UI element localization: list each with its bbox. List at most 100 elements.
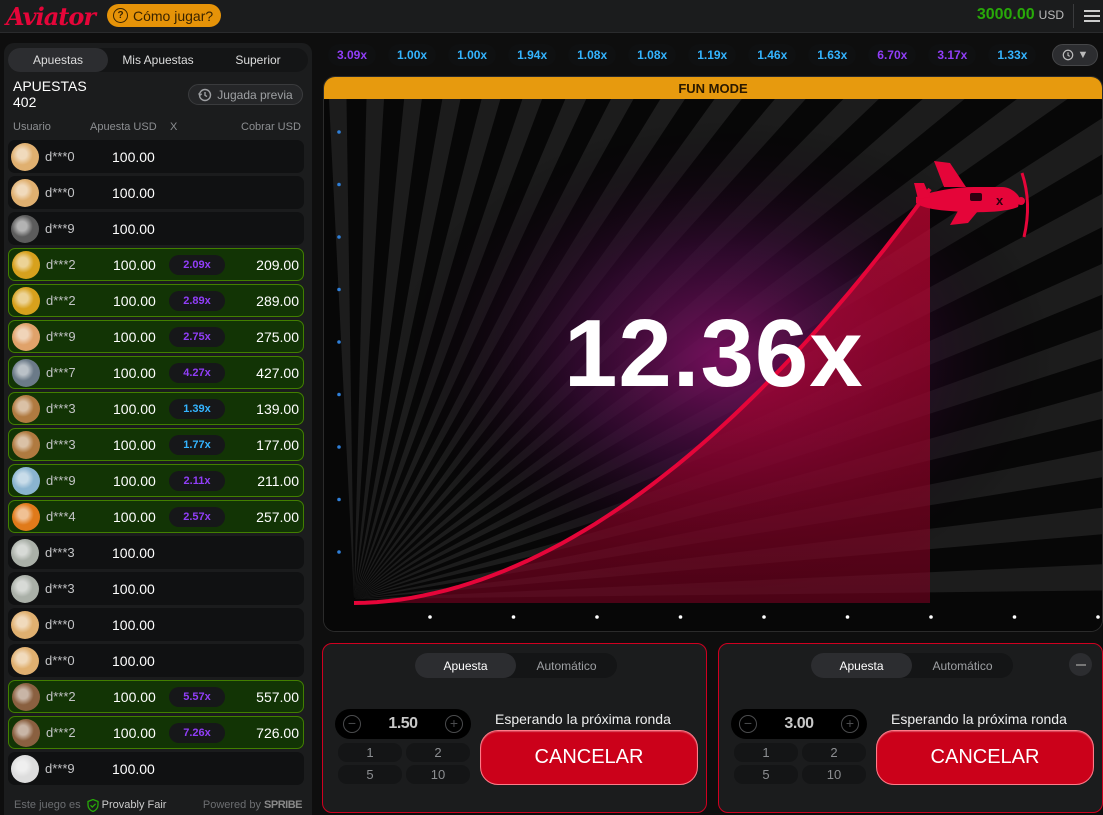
history-multiplier[interactable]: 1.63x: [808, 44, 857, 66]
x-axis-dot: [1096, 615, 1100, 619]
shield-check-icon: [87, 798, 99, 812]
tab-auto[interactable]: Automático: [912, 653, 1013, 678]
history-multiplier[interactable]: 1.94x: [508, 44, 557, 66]
how-to-play-button[interactable]: ? Cómo jugar?: [107, 4, 222, 27]
row-multiplier: 1.39x: [169, 398, 225, 419]
history-multiplier[interactable]: 1.33x: [988, 44, 1037, 66]
row-username: d***0: [45, 653, 75, 668]
row-multiplier: 1.77x: [169, 434, 225, 455]
history-multiplier[interactable]: 1.08x: [568, 44, 617, 66]
row-cashout: 726.00: [256, 724, 299, 741]
row-bet-amount: 100.00: [113, 292, 156, 309]
y-axis-dot: [337, 340, 341, 344]
table-row: d***3 100.00 1.39x 139.00: [8, 392, 304, 425]
avatar: [12, 395, 40, 423]
avatar: [11, 647, 39, 675]
tab-all-bets[interactable]: Apuestas: [8, 48, 108, 72]
previous-round-button[interactable]: Jugada previa: [188, 84, 303, 105]
cancel-button[interactable]: CANCELAR: [480, 730, 698, 785]
row-username: d***0: [45, 185, 75, 200]
table-row: d***2 100.00 2.89x 289.00: [8, 284, 304, 317]
row-username: d***2: [46, 293, 76, 308]
history-multiplier[interactable]: 3.17x: [928, 44, 977, 66]
table-row: d***9 100.00: [8, 212, 304, 245]
row-bet-amount: 100.00: [113, 508, 156, 525]
bets-count: 402: [13, 94, 37, 110]
avatar: [12, 287, 40, 315]
history-multiplier[interactable]: 1.00x: [448, 44, 497, 66]
remove-panel-button[interactable]: [1069, 653, 1092, 676]
quick-amount-1[interactable]: 1: [734, 743, 798, 762]
table-row: d***4 100.00 2.57x 257.00: [8, 500, 304, 533]
history-toggle-button[interactable]: ▼: [1052, 44, 1098, 66]
table-row: d***2 100.00 5.57x 557.00: [8, 680, 304, 713]
table-row: d***3 100.00 1.77x 177.00: [8, 428, 304, 461]
history-multiplier[interactable]: 3.09x: [328, 44, 377, 66]
quick-amount-1[interactable]: 1: [338, 743, 402, 762]
current-multiplier: 12.36x: [564, 300, 864, 407]
table-row: d***0 100.00: [8, 140, 304, 173]
column-user: Usuario: [13, 121, 51, 133]
avatar: [12, 431, 40, 459]
row-username: d***2: [46, 257, 76, 272]
provably-fair-label: Provably Fair: [101, 799, 167, 811]
bet-mode-toggle: Apuesta Automático: [811, 653, 1013, 678]
provably-fair-link[interactable]: Provably Fair: [87, 798, 167, 812]
table-row: d***2 100.00 7.26x 726.00: [8, 716, 304, 749]
x-axis-dot: [428, 615, 432, 619]
row-bet-amount: 100.00: [112, 220, 155, 237]
balance-amount: 3000.00: [976, 6, 1035, 23]
minus-icon: [1075, 663, 1086, 666]
row-bet-amount: 100.00: [113, 436, 156, 453]
question-icon: ?: [113, 8, 128, 23]
x-axis-dot: [762, 615, 766, 619]
row-bet-amount: 100.00: [113, 724, 156, 741]
row-bet-amount: 100.00: [113, 328, 156, 345]
cancel-button[interactable]: CANCELAR: [876, 730, 1094, 785]
avatar: [12, 503, 40, 531]
row-username: d***7: [46, 365, 76, 380]
tab-bet[interactable]: Apuesta: [415, 653, 516, 678]
avatar: [12, 323, 40, 351]
hamburger-menu-icon[interactable]: [1084, 10, 1100, 22]
quick-amount-10[interactable]: 10: [802, 765, 866, 784]
table-row: d***7 100.00 4.27x 427.00: [8, 356, 304, 389]
bet-panel-2: Apuesta Automático − 3.00 + 1 2 5 10 Esp…: [718, 643, 1103, 813]
row-multiplier: 2.11x: [169, 470, 225, 491]
table-row: d***3 100.00: [8, 536, 304, 569]
x-axis-dot: [845, 615, 850, 619]
quick-amount-5[interactable]: 5: [734, 765, 798, 784]
y-axis-dot: [337, 550, 341, 554]
row-bet-amount: 100.00: [113, 364, 156, 381]
bets-label: APUESTAS: [13, 78, 87, 94]
quick-amount-5[interactable]: 5: [338, 765, 402, 784]
history-multiplier[interactable]: 1.46x: [748, 44, 797, 66]
history-multiplier[interactable]: 1.00x: [388, 44, 437, 66]
table-row: d***0 100.00: [8, 176, 304, 209]
history-multiplier[interactable]: 1.19x: [688, 44, 737, 66]
history-multiplier[interactable]: 6.70x: [868, 44, 917, 66]
quick-amount-2[interactable]: 2: [406, 743, 470, 762]
history-multiplier[interactable]: 1.08x: [628, 44, 677, 66]
how-to-play-label: Cómo jugar?: [133, 7, 214, 24]
row-username: d***9: [45, 221, 75, 236]
avatar: [11, 755, 39, 783]
tab-auto[interactable]: Automático: [516, 653, 617, 678]
bet-amount-stepper: − 3.00 +: [731, 709, 867, 739]
chevron-down-icon: ▼: [1077, 49, 1089, 61]
bets-tabs: Apuestas Mis Apuestas Superior: [8, 48, 308, 72]
spribe-logo: SPRIBE: [264, 799, 302, 811]
quick-amount-10[interactable]: 10: [406, 765, 470, 784]
waiting-next-round: Esperando la próxima ronda: [495, 711, 671, 727]
quick-amount-2[interactable]: 2: [802, 743, 866, 762]
tab-my-bets[interactable]: Mis Apuestas: [108, 48, 208, 72]
increase-icon[interactable]: +: [841, 715, 859, 733]
row-cashout: 139.00: [256, 400, 299, 417]
tab-top[interactable]: Superior: [208, 48, 308, 72]
row-username: d***0: [45, 149, 75, 164]
avatar: [11, 575, 39, 603]
tab-bet[interactable]: Apuesta: [811, 653, 912, 678]
game-canvas: FUN MODE x 12.36x: [323, 76, 1103, 632]
panel-footer: Este juego es Provably Fair Powered by S…: [4, 795, 312, 815]
increase-icon[interactable]: +: [445, 715, 463, 733]
